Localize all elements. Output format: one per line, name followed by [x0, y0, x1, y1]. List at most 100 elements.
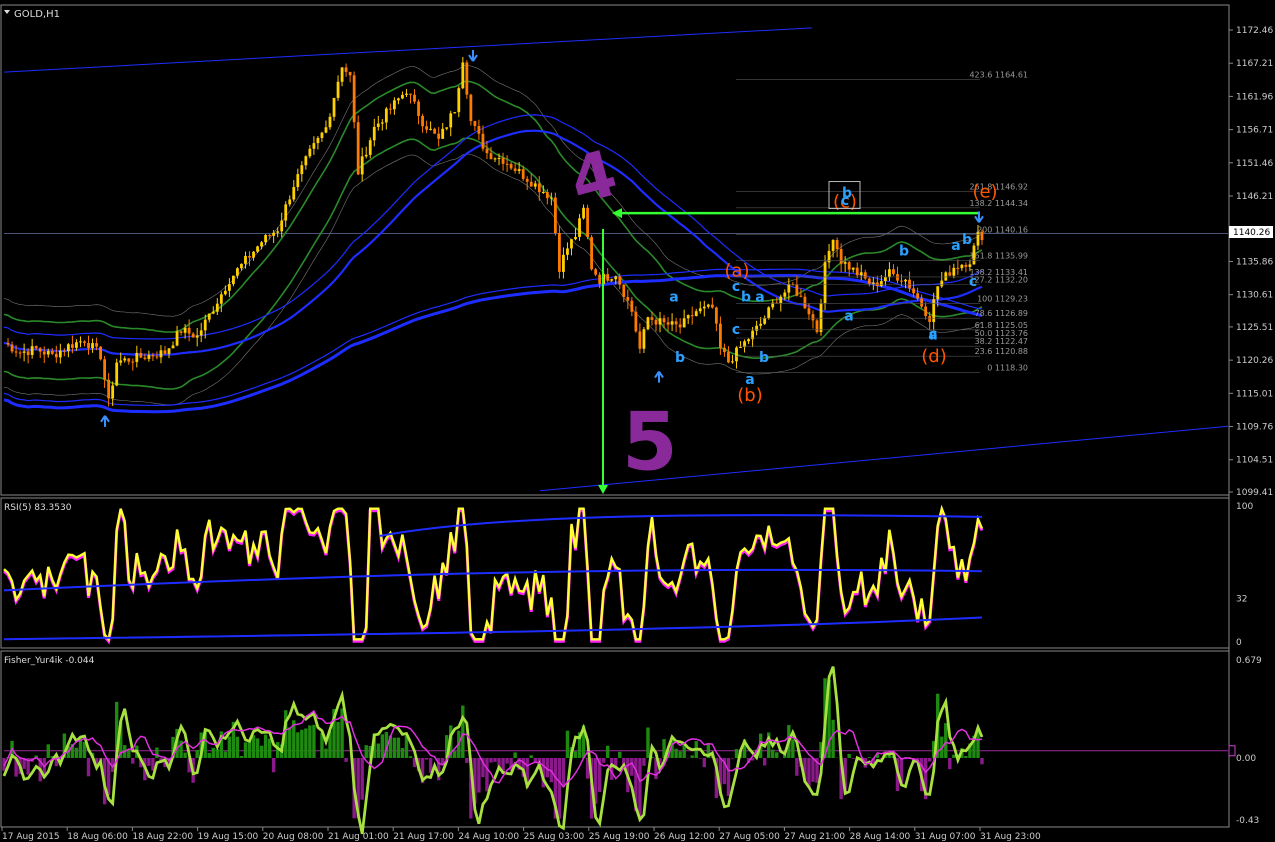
candle-body: [968, 264, 972, 267]
candle-body: [658, 318, 662, 325]
candle-body: [863, 272, 867, 279]
wave-label-minor: a: [669, 290, 678, 306]
candle-body: [614, 276, 618, 280]
candle-body: [533, 183, 537, 187]
fisher-histogram-bar: [461, 705, 465, 758]
candle-body: [831, 239, 835, 251]
candle-body: [280, 220, 284, 232]
candle-body: [626, 296, 630, 301]
candle-body: [570, 239, 573, 249]
candle-body: [553, 197, 557, 233]
fib-level-label: 423.6 1164.61: [969, 71, 1028, 80]
fisher-histogram-bar: [155, 747, 159, 758]
candle-body: [260, 242, 263, 247]
fisher-histogram-bar: [46, 744, 50, 758]
wave-label-minor: c: [969, 274, 977, 290]
candle-body: [26, 351, 30, 355]
candle-body: [38, 348, 42, 352]
candle-body: [332, 97, 336, 117]
wave-label-minor: a: [951, 238, 960, 254]
fisher-histogram-bar: [638, 757, 642, 819]
candle-body: [481, 133, 485, 149]
candle-body: [807, 308, 811, 315]
candle-body: [537, 183, 541, 193]
candle-body: [437, 133, 441, 139]
candle-body: [896, 274, 899, 281]
candle-body: [58, 350, 62, 358]
candle-body: [10, 344, 14, 352]
candle-body: [477, 126, 481, 134]
candle-body: [497, 157, 501, 159]
fisher-histogram-bar: [730, 757, 735, 759]
fisher-histogram-bar: [336, 721, 340, 758]
candle-body: [272, 232, 276, 236]
candle-body: [240, 263, 243, 269]
candle-body: [207, 313, 211, 320]
fisher-histogram-bar: [690, 755, 694, 758]
fisher-histogram-bar: [807, 757, 811, 788]
candle-body: [95, 343, 98, 347]
candle-body: [819, 303, 823, 333]
fib-level-label: 161.8 1135.99: [969, 252, 1028, 261]
candle-body: [179, 331, 183, 333]
candle-body: [940, 280, 944, 287]
fisher-tick-label: -0.43: [1236, 816, 1259, 826]
candle-body: [449, 113, 453, 128]
fisher-histogram-bar: [86, 757, 91, 777]
wave-label-minor: c: [732, 322, 740, 338]
candle-body: [441, 128, 445, 139]
time-tick-label: 18 Aug 22:00: [132, 832, 193, 842]
candle-body: [956, 267, 960, 269]
fisher-histogram-bar: [392, 737, 397, 758]
candle-body: [304, 156, 308, 166]
fisher-histogram-bar: [489, 757, 493, 763]
price-tick-label: 1146.21: [1236, 192, 1273, 202]
candle-body: [6, 342, 10, 345]
candle-body: [529, 181, 533, 187]
candle-body: [851, 267, 855, 270]
candle-body: [541, 191, 545, 193]
trading-chart[interactable]: 423.6 1164.61261.8 1146.92138.2 1144.342…: [0, 0, 1275, 842]
fisher-tick-label: 0.679: [1236, 656, 1262, 666]
candle-body: [594, 269, 598, 275]
candle-body: [574, 236, 577, 240]
candle-body: [268, 235, 272, 237]
fisher-histogram-bar: [513, 752, 517, 758]
candle-body: [288, 199, 292, 205]
wave-label-minor: c: [732, 279, 740, 295]
candle-body: [123, 358, 127, 361]
wave-label-minor: b: [759, 350, 769, 366]
fisher-histogram-bar: [364, 745, 368, 758]
fisher-tick-label: 0.00: [1236, 754, 1256, 764]
fisher-histogram-bar: [646, 727, 650, 758]
fisher-histogram-bar: [477, 757, 481, 793]
candle-body: [376, 123, 380, 127]
time-tick-label: 20 Aug 08:00: [263, 832, 324, 842]
candle-body: [670, 321, 674, 325]
fisher-histogram-bar: [255, 738, 260, 758]
fisher-histogram-bar: [215, 749, 220, 758]
candle-body: [119, 360, 123, 363]
fisher-histogram-bar: [396, 737, 401, 758]
candle-body: [739, 346, 742, 348]
fisher-histogram-bar: [235, 736, 240, 758]
candle-body: [292, 187, 296, 200]
candle-body: [348, 71, 352, 76]
candle-body: [429, 128, 433, 130]
candle-body: [815, 320, 819, 333]
candle-body: [397, 98, 400, 101]
candle-body: [336, 81, 340, 98]
wave-label-minor: b: [962, 232, 972, 248]
candle-body: [356, 122, 360, 175]
rsi-tick-label: 0: [1236, 638, 1242, 648]
rsi-panel[interactable]: [0, 497, 1230, 649]
main-chart-panel[interactable]: [0, 4, 1230, 496]
fisher-histogram-bar: [127, 749, 131, 758]
candle-body: [42, 351, 46, 355]
candle-body: [324, 127, 328, 133]
fisher-histogram-bar: [775, 752, 779, 758]
candle-body: [714, 307, 718, 324]
fisher-histogram-bar: [267, 738, 272, 758]
price-tick-label: 1151.46: [1236, 159, 1273, 169]
price-tick-label: 1120.26: [1236, 356, 1273, 366]
